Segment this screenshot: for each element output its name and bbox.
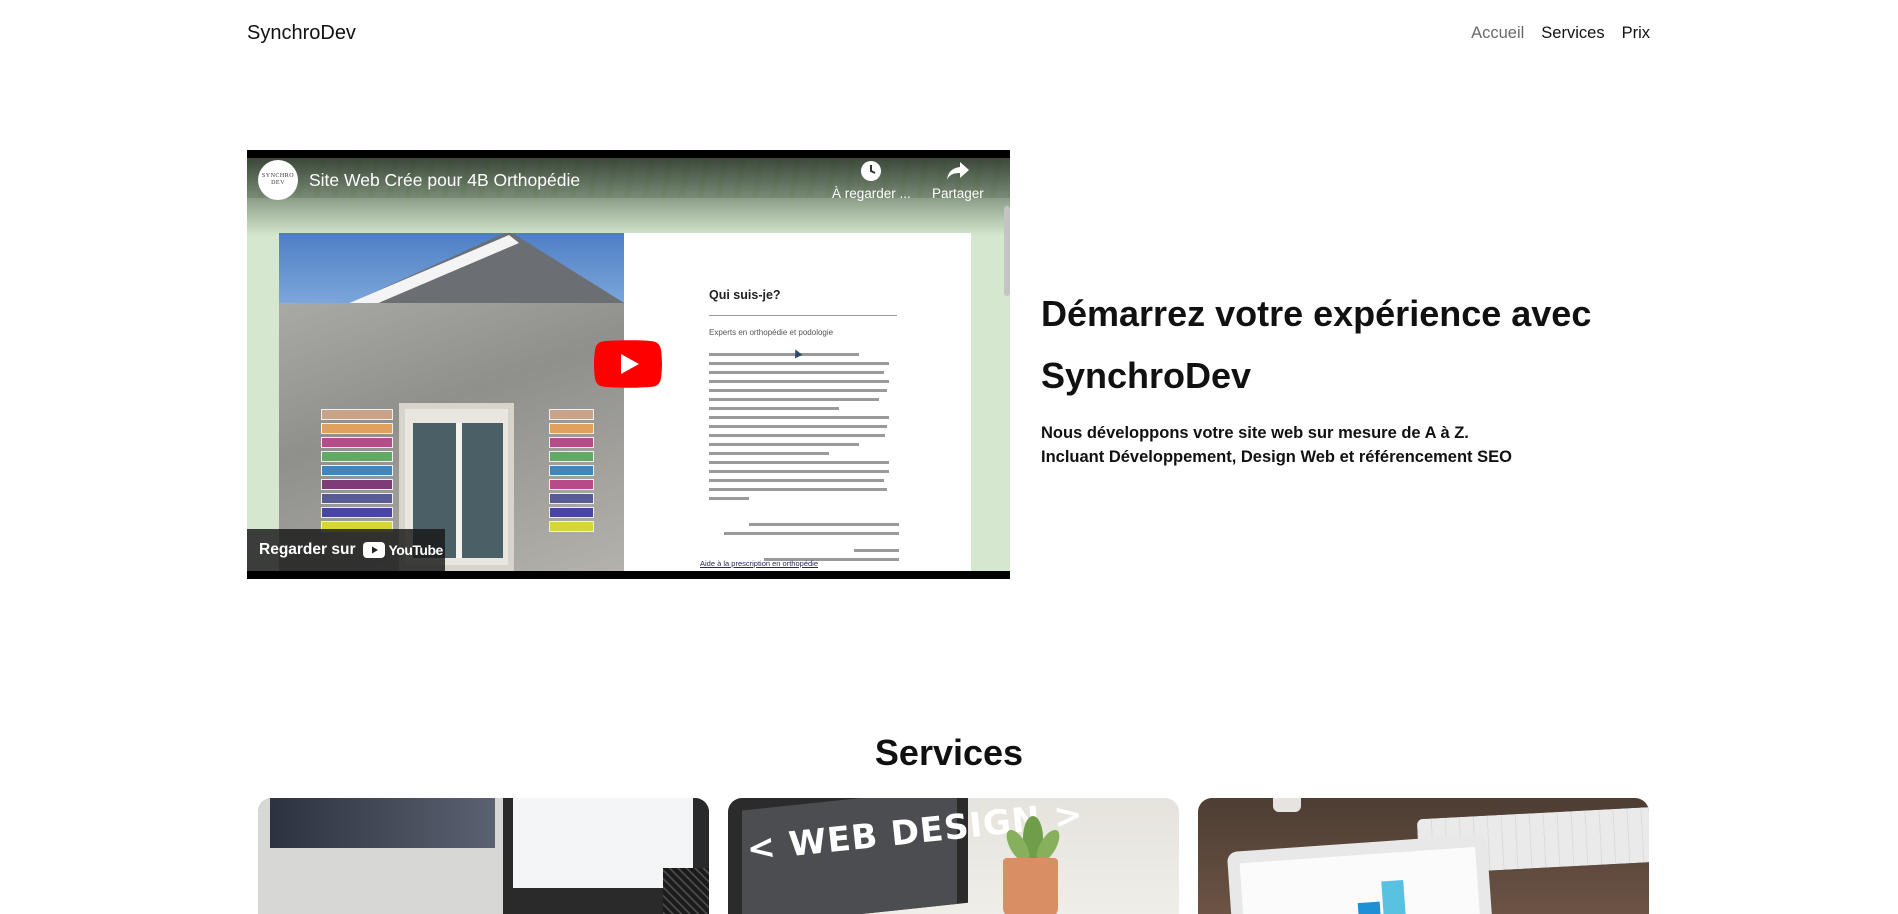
- laptop-photo: [503, 798, 709, 914]
- text-line: [709, 425, 887, 428]
- text-line: [709, 497, 749, 500]
- play-icon[interactable]: [594, 340, 662, 388]
- embedded-scrollbar: [1004, 206, 1010, 296]
- watch-on-label: Regarder sur: [259, 541, 356, 558]
- sign-plate: [549, 437, 594, 448]
- hero-desc-line1: Nous développons votre site web sur mesu…: [1041, 424, 1469, 442]
- nav-links: Accueil Services Prix: [1471, 24, 1650, 43]
- sign-plate: [321, 479, 393, 490]
- text-line: [709, 479, 884, 482]
- sign-plate: [549, 409, 594, 420]
- watch-later-label: À regarder ...: [832, 186, 911, 201]
- service-card-seo[interactable]: [1198, 798, 1649, 914]
- share-button[interactable]: Partager: [932, 160, 984, 201]
- hero-title-line2: SynchroDev: [1041, 355, 1252, 396]
- text-line: [709, 452, 829, 455]
- mug: [1273, 798, 1301, 812]
- video-title[interactable]: Site Web Crée pour 4B Orthopédie: [309, 170, 580, 191]
- sign-plate: [321, 493, 393, 504]
- embedded-heading: Qui suis-je?: [709, 288, 781, 302]
- sign-plate: [321, 465, 393, 476]
- embedded-page-text: Qui suis-je? Experts en orthopédie et po…: [624, 233, 971, 571]
- brand-logo[interactable]: SynchroDev: [247, 22, 356, 45]
- sign-plate: [321, 507, 393, 518]
- hero-title-line1: Démarrez votre expérience avec: [1041, 293, 1592, 334]
- hero-text-block: Démarrez votre expérience avec SynchroDe…: [1041, 283, 1641, 469]
- text-line: [709, 389, 887, 392]
- chart-bar: [1357, 901, 1383, 914]
- sign-plate: [549, 521, 594, 532]
- chart-bar: [1381, 879, 1408, 914]
- youtube-play-icon: [363, 542, 386, 558]
- youtube-wordmark: YouTube: [388, 542, 443, 558]
- nav-link-accueil[interactable]: Accueil: [1471, 24, 1524, 43]
- nav-link-prix[interactable]: Prix: [1622, 24, 1650, 43]
- text-line: [709, 416, 889, 419]
- text-line: [709, 371, 884, 374]
- imac-screen: [270, 798, 495, 848]
- embedded-website-screenshot: Qui suis-je? Experts en orthopédie et po…: [279, 233, 971, 571]
- nav-link-services[interactable]: Services: [1541, 24, 1604, 43]
- hero-title: Démarrez votre expérience avec SynchroDe…: [1041, 283, 1641, 407]
- text-line: [749, 523, 899, 526]
- channel-avatar[interactable]: SYNCHRO DEV: [258, 160, 298, 200]
- share-arrow-icon: [946, 162, 969, 180]
- tablet-with-chart: [1226, 834, 1494, 914]
- tablet-chart-screen: [1239, 846, 1482, 914]
- youtube-video-embed[interactable]: Qui suis-je? Experts en orthopédie et po…: [247, 150, 1010, 579]
- text-line: [709, 470, 889, 473]
- text-line: [709, 362, 889, 365]
- hero-desc-line2: Incluant Développement, Design Web et ré…: [1041, 448, 1512, 466]
- watch-later-button[interactable]: À regarder ...: [832, 160, 911, 201]
- text-line: [709, 488, 887, 491]
- hero-description: Nous développons votre site web sur mesu…: [1041, 421, 1641, 469]
- house-photo: [279, 233, 624, 571]
- text-line: [709, 380, 889, 383]
- sign-plate: [549, 465, 594, 476]
- navbar: SynchroDev Accueil Services Prix: [0, 0, 1898, 70]
- sign-plate: [321, 423, 393, 434]
- text-line: [709, 434, 885, 437]
- share-label: Partager: [932, 186, 984, 201]
- text-line: [709, 398, 879, 401]
- sign-plate: [549, 493, 594, 504]
- watch-on-youtube-button[interactable]: Regarder sur YouTube: [247, 529, 445, 571]
- text-line: [724, 532, 899, 535]
- service-card-web-design[interactable]: < WEB DESIGN >: [728, 798, 1179, 914]
- plant-pot: [1003, 858, 1058, 914]
- text-line: [709, 443, 859, 446]
- embedded-subheading: Experts en orthopédie et podologie: [709, 328, 834, 337]
- youtube-logo: YouTube: [363, 542, 443, 558]
- sign-plate: [549, 451, 594, 462]
- text-line: [709, 461, 889, 464]
- sign-plate: [549, 423, 594, 434]
- embedded-prescription-link: Aide à la prescription en orthopédie: [700, 559, 818, 568]
- sign-plate: [321, 409, 393, 420]
- clock-icon: [861, 161, 882, 181]
- text-line: [709, 353, 859, 356]
- sign-plate: [549, 507, 594, 518]
- text-line: [709, 407, 839, 410]
- imac-photo: [258, 798, 503, 914]
- sign-plate: [549, 479, 594, 490]
- divider: [709, 315, 897, 316]
- services-heading: Services: [874, 732, 1024, 773]
- sign-plate: [321, 437, 393, 448]
- sign-plate: [321, 451, 393, 462]
- service-card-development[interactable]: [258, 798, 709, 914]
- laptop-keyboard: [663, 868, 709, 914]
- text-line: [854, 549, 899, 552]
